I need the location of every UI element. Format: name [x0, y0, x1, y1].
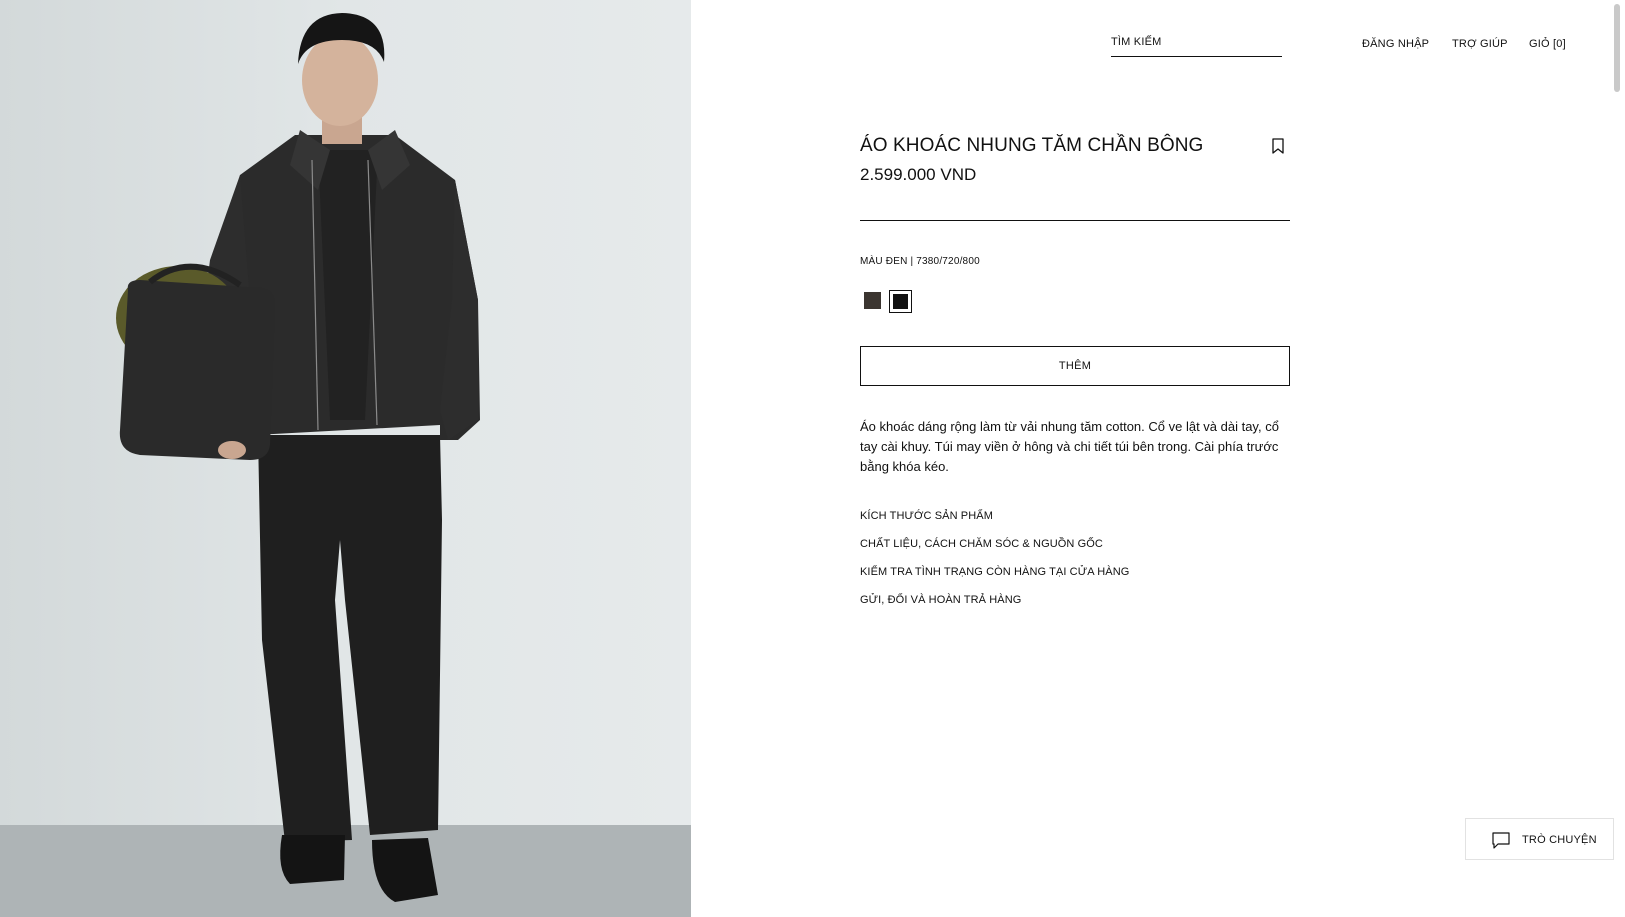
help-link[interactable]: TRỢ GIÚP [1452, 38, 1508, 50]
product-description: Áo khoác dáng rộng làm từ vải nhung tăm … [860, 419, 1279, 474]
product-image[interactable] [0, 0, 691, 917]
cart-link[interactable]: GIỎ [0] [1529, 38, 1566, 50]
color-reference: MÀU ĐEN | 7380/720/800 [860, 256, 980, 267]
link-store-availability[interactable]: KIỂM TRA TÌNH TRẠNG CÒN HÀNG TẠI CỬA HÀN… [860, 564, 1129, 592]
color-swatch-black-selected[interactable] [889, 290, 912, 313]
model-illustration [116, 13, 480, 902]
scrollbar-thumb[interactable] [1614, 4, 1620, 92]
add-to-cart-button[interactable]: THÊM [860, 346, 1290, 386]
chat-label: TRÒ CHUYỆN [1522, 834, 1597, 846]
chat-bubble-icon [1492, 832, 1510, 849]
link-shipping-returns[interactable]: GỬI, ĐỔI VÀ HOÀN TRẢ HÀNG [860, 592, 1129, 620]
chat-button[interactable]: TRÒ CHUYỆN [1465, 818, 1614, 860]
search-input[interactable]: TÌM KIẾM [1111, 36, 1282, 57]
page-scrollbar[interactable] [1613, 0, 1621, 917]
color-swatch-brown[interactable] [864, 292, 881, 309]
link-material-care-origin[interactable]: CHẤT LIỆU, CÁCH CHĂM SÓC & NGUỒN GỐC [860, 536, 1129, 564]
link-product-size[interactable]: KÍCH THƯỚC SẢN PHẨM [860, 508, 1129, 536]
divider [860, 220, 1290, 221]
product-price: 2.599.000 VND [860, 165, 977, 184]
product-info-links: KÍCH THƯỚC SẢN PHẨM CHẤT LIỆU, CÁCH CHĂM… [860, 508, 1129, 620]
search-label: TÌM KIẾM [1111, 36, 1162, 48]
bookmark-icon[interactable] [1271, 138, 1285, 154]
product-title: ÁO KHOÁC NHUNG TĂM CHẦN BÔNG [860, 135, 1204, 156]
login-link[interactable]: ĐĂNG NHẬP [1362, 38, 1429, 50]
